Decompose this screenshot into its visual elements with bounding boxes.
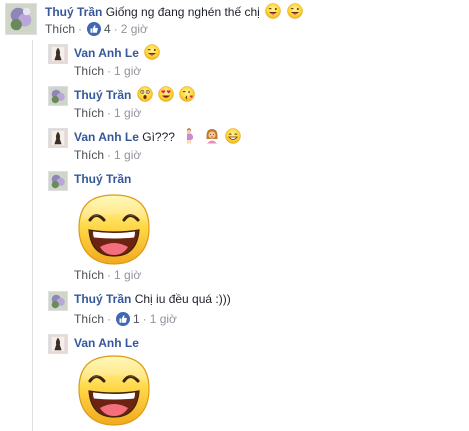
author-name[interactable]: Thuý Trần xyxy=(74,292,131,306)
winking-tongue-emoji xyxy=(144,44,160,60)
timestamp[interactable]: 1 giờ xyxy=(114,64,141,78)
pregnant-woman-emoji xyxy=(182,128,198,144)
author-name[interactable]: Van Anh Le xyxy=(74,46,139,60)
avatar[interactable] xyxy=(48,128,68,148)
separator-dot: · xyxy=(78,22,83,36)
like-link[interactable]: Thích xyxy=(74,312,104,326)
separator-dot: · xyxy=(142,312,147,326)
like-link[interactable]: Thích xyxy=(74,64,104,78)
winking-tongue-emoji xyxy=(287,3,303,19)
comment-text: Gì??? xyxy=(142,130,175,144)
like-reaction-icon[interactable] xyxy=(87,22,102,36)
comment-text: Chị iu đều quá :))) xyxy=(134,292,231,306)
winking-tongue-emoji xyxy=(265,3,281,19)
woman-pouting-emoji xyxy=(204,128,220,144)
like-count[interactable]: 4 xyxy=(104,22,111,36)
reply-1: Van Anh Le Thích · 1 giờ xyxy=(0,40,469,81)
like-link[interactable]: Thích xyxy=(74,148,104,162)
reply-4: Thuý Trần Thích · 1 giờ xyxy=(0,166,469,286)
separator-dot: · xyxy=(107,268,112,282)
avatar[interactable] xyxy=(48,44,68,64)
like-reaction-icon[interactable] xyxy=(116,312,131,326)
reply-6: Van Anh Le xyxy=(0,332,469,431)
like-link[interactable]: Thích xyxy=(74,106,104,120)
avatar[interactable] xyxy=(5,3,37,35)
separator-dot: · xyxy=(107,106,112,120)
author-name[interactable]: Van Anh Le xyxy=(74,130,139,144)
laughing-sticker[interactable] xyxy=(76,353,152,429)
reply-2: Thuý Trần Thích · 1 giờ xyxy=(0,81,469,122)
reply-3: Van Anh Le Gì??? Thích · 1 giờ xyxy=(0,122,469,166)
avatar[interactable] xyxy=(48,86,68,106)
heart-eyes-emoji xyxy=(158,86,174,102)
timestamp[interactable]: 2 giờ xyxy=(121,22,148,36)
laughing-sticker[interactable] xyxy=(76,192,152,268)
like-count[interactable]: 1 xyxy=(133,312,140,326)
kissing-heart-emoji xyxy=(179,86,195,102)
separator-dot: · xyxy=(107,148,112,162)
separator-dot: · xyxy=(107,64,112,78)
avatar[interactable] xyxy=(48,334,68,354)
like-link[interactable]: Thích xyxy=(45,22,75,36)
separator-dot: · xyxy=(107,312,112,326)
like-link[interactable]: Thích xyxy=(74,268,104,282)
comment-1: Thuý Trần Giống ng đang nghén thế chị Th… xyxy=(0,0,469,40)
grinning-emoji xyxy=(225,128,241,144)
comment-text: Giống ng đang nghén thế chị xyxy=(105,5,260,19)
reply-5: Thuý Trần Chị iu đều quá :))) Thích · 1 · 1 … xyxy=(0,286,469,332)
author-name[interactable]: Thuý Trần xyxy=(45,5,102,19)
timestamp[interactable]: 1 giờ xyxy=(150,312,177,326)
avatar[interactable] xyxy=(48,291,68,311)
avatar[interactable] xyxy=(48,171,68,191)
separator-dot: · xyxy=(113,22,118,36)
author-name[interactable]: Thuý Trần xyxy=(74,172,131,186)
author-name[interactable]: Thuý Trần xyxy=(74,88,131,102)
timestamp[interactable]: 1 giờ xyxy=(114,148,141,162)
author-name[interactable]: Van Anh Le xyxy=(74,336,139,350)
timestamp[interactable]: 1 giờ xyxy=(114,268,141,282)
timestamp[interactable]: 1 giờ xyxy=(114,106,141,120)
astonished-emoji xyxy=(137,86,153,102)
